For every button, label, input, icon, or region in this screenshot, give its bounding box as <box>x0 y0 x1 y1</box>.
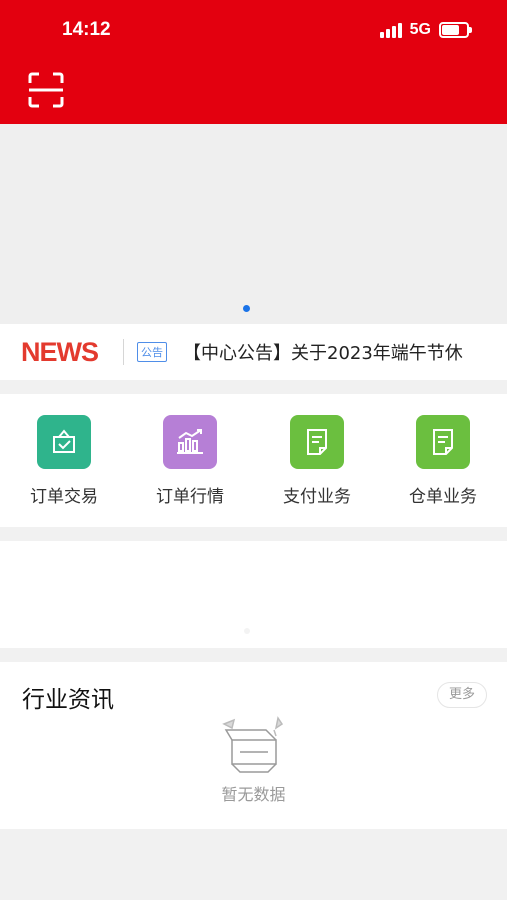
secondary-carousel-indicator <box>244 628 250 634</box>
news-logo: NEWS <box>21 336 99 367</box>
industry-news-section: 行业资讯 更多 暂无数据 <box>0 662 507 829</box>
menu-label: 支付业务 <box>283 487 351 507</box>
announcement-tag: 公告 <box>137 342 167 362</box>
menu-item-order-trading[interactable]: 订单交易 <box>9 415 119 507</box>
status-time: 14:12 <box>62 19 111 40</box>
menu-label: 仓单业务 <box>409 487 477 507</box>
menu-item-payment[interactable]: 支付业务 <box>262 415 372 507</box>
document-icon <box>290 415 344 469</box>
secondary-banner[interactable] <box>0 541 507 648</box>
battery-fill <box>442 25 459 35</box>
menu-label: 订单交易 <box>30 487 98 507</box>
menu-label: 订单行情 <box>156 487 224 507</box>
network-label: 5G <box>409 21 431 38</box>
signal-icon <box>379 22 404 38</box>
news-divider <box>123 339 124 365</box>
app-header: 14:12 5G <box>0 0 507 124</box>
scan-icon[interactable] <box>28 72 64 108</box>
battery-icon <box>439 22 472 38</box>
section-title: 行业资讯 <box>22 687 114 713</box>
empty-state-text: 暂无数据 <box>221 785 286 804</box>
news-headline[interactable]: 【中心公告】关于2023年端午节休 <box>183 339 473 365</box>
function-menu: 订单交易 订单行情 支付业务 仓单业务 <box>0 394 507 527</box>
banner-carousel[interactable] <box>0 124 507 324</box>
menu-item-order-quotes[interactable]: 订单行情 <box>135 415 245 507</box>
menu-item-warehouse-receipt[interactable]: 仓单业务 <box>388 415 498 507</box>
news-ticker[interactable]: NEWS 公告 【中心公告】关于2023年端午节休 <box>0 324 507 380</box>
empty-box-icon <box>222 716 284 773</box>
carousel-indicator <box>243 305 250 312</box>
document-icon <box>416 415 470 469</box>
more-button[interactable]: 更多 <box>437 682 487 708</box>
bar-chart-icon <box>163 415 217 469</box>
status-indicators: 5G <box>379 21 472 39</box>
bag-check-icon <box>37 415 91 469</box>
